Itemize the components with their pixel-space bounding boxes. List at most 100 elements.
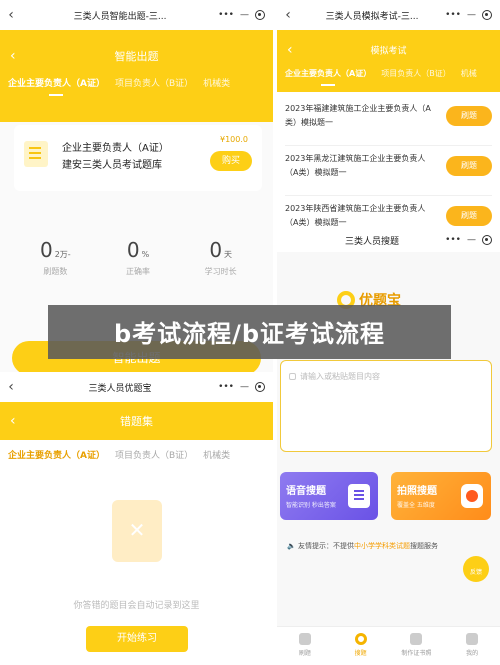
more-icon[interactable]: ••• — [445, 10, 461, 20]
question-bank-card[interactable]: 企业主要负责人（A证） 建安三类人员考试题库 ¥100.0 购买 — [14, 125, 262, 191]
photo-search-title: 拍照搜题 — [397, 486, 437, 497]
stat-value: 0 — [209, 238, 223, 262]
capsule-menu[interactable]: ••• — — [445, 10, 500, 20]
more-icon[interactable]: ••• — [218, 10, 234, 20]
banner-text: b考试流程/b证考试流程 — [113, 320, 386, 348]
miniapp-title: 三类人员搜题 — [345, 236, 400, 247]
close-miniapp-icon[interactable] — [482, 235, 492, 245]
more-icon[interactable]: ••• — [218, 382, 234, 392]
notice-text: 🔈 友情提示：不提供中小学学科类试题搜题服务 — [287, 541, 438, 551]
bank-subtitle: 建安三类人员考试题库 — [62, 160, 162, 171]
minimize-icon[interactable]: — — [467, 235, 476, 245]
tab-machinery[interactable]: 机械类 — [203, 448, 230, 461]
practice-button[interactable]: 刷题 — [446, 206, 492, 226]
stat-value: 0 — [126, 238, 140, 262]
tab-mine[interactable]: 我的 — [444, 627, 500, 665]
search-placeholder: 请输入或粘贴题目内容 — [289, 371, 380, 382]
page-title: 模拟考试 — [370, 46, 407, 57]
stat-label: 正确率 — [126, 267, 150, 276]
tab-a-cert[interactable]: 企业主要负责人（A证） — [8, 448, 105, 468]
stat-label: 学习时长 — [204, 267, 237, 276]
empty-state-text: 你答错的题目会自动记录到这里 — [73, 601, 200, 611]
exam-item: 2023年黑龙江建筑施工企业主要负责人（A类）模拟题一 刷题 — [285, 148, 492, 196]
tab-a-cert[interactable]: 企业主要负责人（A证） — [8, 76, 105, 96]
close-miniapp-icon[interactable] — [255, 10, 265, 20]
divider — [285, 145, 492, 146]
back-icon[interactable]: ‹ — [277, 7, 299, 23]
tab-label: 我的 — [466, 650, 479, 657]
tab-machinery[interactable]: 机械 — [461, 68, 477, 79]
stat-label: 刷题数 — [43, 267, 68, 276]
exam-item: 2023年福建建筑施工企业主要负责人（A类）模拟题一 刷题 — [285, 98, 492, 146]
tab-id-photo[interactable]: 制作证书照 — [389, 627, 445, 665]
minimize-icon[interactable]: — — [240, 382, 249, 392]
user-icon — [466, 633, 479, 645]
title-banner: b考试流程/b证考试流程 — [48, 305, 451, 359]
tab-b-cert[interactable]: 项目负责人（B证） — [115, 76, 193, 89]
stat-unit: 天 — [224, 250, 233, 259]
yellow-header: ‹ 模拟考试 — [277, 30, 500, 92]
minimize-icon[interactable]: — — [467, 10, 476, 20]
practice-button[interactable]: 刷题 — [446, 106, 492, 126]
photo-search-sub: 覆盖全 五维度 — [397, 502, 435, 509]
wrong-questions-screen: ‹ 三类人员优题宝 ••• — ‹ 错题集 企业主要负责人（A证） 项目负责人（B… — [0, 372, 273, 665]
tab-label: 搜题 — [354, 650, 367, 657]
start-practice-button[interactable]: 开始练习 — [86, 626, 188, 652]
more-icon[interactable]: ••• — [445, 235, 461, 245]
back-icon[interactable]: ‹ — [0, 379, 22, 395]
photo-search-button[interactable]: 拍照搜题 覆盖全 五维度 — [391, 472, 491, 520]
notice-highlight: 中小学学科类试题 — [353, 542, 410, 550]
stat-accuracy: 0% 正确率 — [97, 238, 180, 277]
feedback-button[interactable]: 反馈 — [463, 556, 489, 582]
voice-search-button[interactable]: 语音搜题 智能识别 秒出答案 — [280, 472, 378, 520]
capsule-menu[interactable]: ••• — — [218, 10, 273, 20]
document-icon — [348, 484, 370, 508]
tab-search[interactable]: 搜题 — [333, 627, 389, 665]
stats-row: 0 2万- 刷题数 0% 正确率 0天 学习时长 — [14, 238, 262, 277]
bank-name: 企业主要负责人（A证） — [62, 143, 169, 154]
book-icon — [24, 141, 48, 167]
stat-value: 0 — [39, 238, 53, 262]
notice-suffix: 搜题服务 — [409, 542, 438, 550]
capsule-menu[interactable]: ••• — — [445, 235, 500, 245]
minimize-icon[interactable]: — — [240, 10, 249, 20]
miniapp-title: 三类人员模拟考试-三... — [325, 11, 419, 22]
exam-title: 2023年黑龙江建筑施工企业主要负责人（A类）模拟题一 — [285, 154, 426, 177]
tab-b-cert[interactable]: 项目负责人（B证） — [381, 68, 451, 79]
yellow-header: ‹ 智能出题 — [0, 30, 273, 100]
tab-a-cert[interactable]: 企业主要负责人（A证） — [285, 68, 371, 86]
camera-icon — [461, 484, 483, 508]
exam-title: 2023年陕西省建筑施工企业主要负责人（A类）模拟题一 — [285, 204, 426, 227]
stat-study-time: 0天 学习时长 — [179, 238, 262, 277]
practice-button[interactable]: 刷题 — [446, 156, 492, 176]
divider — [285, 195, 492, 196]
certificate-tabs: 企业主要负责人（A证） 项目负责人（B证） 机械 — [277, 68, 500, 86]
miniapp-title-bar: ‹ 三类人员智能出题-三... ••• — — [0, 0, 273, 30]
close-miniapp-icon[interactable] — [255, 382, 265, 392]
tab-practice[interactable]: 刷题 — [277, 627, 333, 665]
empty-clipboard-icon — [112, 500, 162, 562]
notice-prefix: 友情提示：不提供 — [297, 542, 354, 550]
page-title: 错题集 — [120, 415, 153, 428]
miniapp-title-bar: ‹ 三类人员优题宝 ••• — — [0, 372, 273, 402]
stat-unit: % — [141, 250, 150, 259]
speaker-icon: 🔈 — [287, 542, 296, 550]
page-title: 智能出题 — [114, 50, 159, 63]
mock-exam-screen: ‹ 三类人员模拟考试-三... ••• — ‹ 模拟考试 企业主要负责人（A证） … — [277, 0, 500, 240]
capsule-menu[interactable]: ••• — — [218, 382, 273, 392]
search-input[interactable]: 请输入或粘贴题目内容 — [280, 360, 492, 452]
exam-title: 2023年福建建筑施工企业主要负责人（A类）模拟题一 — [285, 104, 431, 127]
voice-search-sub: 智能识别 秒出答案 — [286, 502, 336, 509]
miniapp-title-bar: 三类人员搜题 ••• — — [277, 228, 500, 252]
tab-machinery[interactable]: 机械类 — [203, 76, 230, 89]
yellow-header: ‹ 错题集 — [0, 402, 273, 440]
checkbox-icon — [289, 373, 296, 380]
tab-b-cert[interactable]: 项目负责人（B证） — [115, 448, 193, 461]
back-icon[interactable]: ‹ — [0, 7, 22, 23]
close-miniapp-icon[interactable] — [482, 10, 492, 20]
miniapp-title: 三类人员智能出题-三... — [73, 11, 167, 22]
placeholder-text: 请输入或粘贴题目内容 — [300, 372, 380, 381]
home-icon — [298, 633, 311, 645]
tab-label: 制作证书照 — [401, 650, 432, 657]
buy-button[interactable]: 购买 — [210, 151, 252, 171]
